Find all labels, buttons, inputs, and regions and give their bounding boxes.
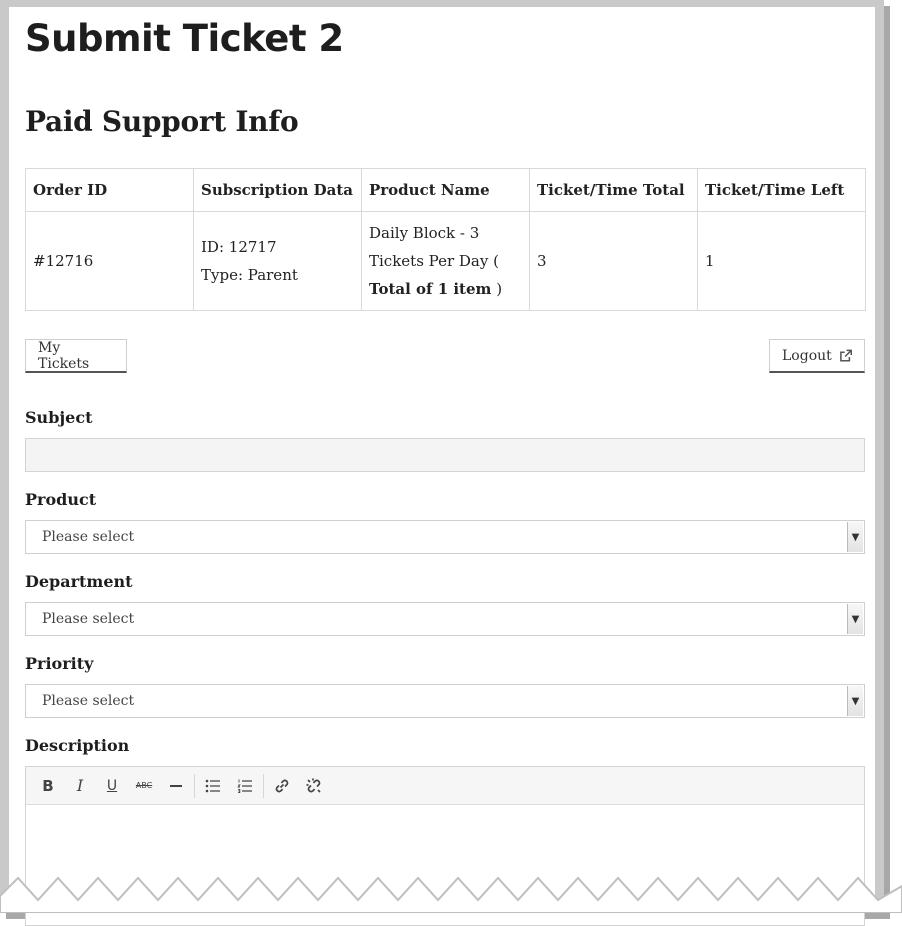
product-select[interactable]: Please select ▼ <box>25 520 865 554</box>
underline-icon[interactable]: U <box>96 771 128 801</box>
product-select-value: Please select <box>42 529 135 545</box>
col-order-id: Order ID <box>25 168 194 212</box>
chevron-down-icon[interactable]: ▼ <box>847 686 863 716</box>
horizontal-rule-icon[interactable] <box>160 771 192 801</box>
cell-ticket-total: 3 <box>529 211 698 311</box>
col-subscription-data: Subscription Data <box>193 168 362 212</box>
my-tickets-button[interactable]: My Tickets <box>25 339 127 373</box>
subject-label: Subject <box>25 408 93 427</box>
description-label: Description <box>25 736 130 755</box>
department-label: Department <box>25 572 133 591</box>
page-title: Submit Ticket 2 <box>25 17 344 60</box>
section-title: Paid Support Info <box>25 105 299 138</box>
col-ticket-left: Ticket/Time Left <box>697 168 866 212</box>
priority-select[interactable]: Please select ▼ <box>25 684 865 718</box>
product-item-count: Total of 1 item <box>369 280 492 298</box>
product-label: Product <box>25 490 97 509</box>
chevron-down-icon[interactable]: ▼ <box>847 604 863 634</box>
cell-subscription-data: ID: 12717 Type: Parent <box>193 211 362 311</box>
col-ticket-total: Ticket/Time Total <box>529 168 698 212</box>
link-icon[interactable] <box>266 771 298 801</box>
col-product-name: Product Name <box>361 168 530 212</box>
support-info-table: Order ID Subscription Data Product Name … <box>25 168 866 311</box>
bold-icon[interactable]: B <box>32 771 64 801</box>
numbered-list-icon[interactable] <box>229 771 261 801</box>
bullet-list-icon[interactable] <box>197 771 229 801</box>
priority-label: Priority <box>25 654 94 673</box>
chevron-down-icon[interactable]: ▼ <box>847 522 863 552</box>
cell-product-name: Daily Block - 3 Tickets Per Day ( Total … <box>361 211 530 311</box>
strikethrough-icon[interactable]: ABC <box>128 771 160 801</box>
logout-button[interactable]: Logout <box>769 339 865 373</box>
italic-icon[interactable]: I <box>64 771 96 801</box>
toolbar-divider <box>263 773 264 798</box>
product-name-close: ) <box>496 280 503 298</box>
table-header-row: Order ID Subscription Data Product Name … <box>25 168 866 212</box>
torn-edge <box>0 876 902 913</box>
cell-order-id: #12716 <box>25 211 194 311</box>
subject-input[interactable] <box>25 438 865 472</box>
table-row: #12716 ID: 12717 Type: Parent Daily Bloc… <box>25 211 866 311</box>
toolbar-divider <box>194 773 195 798</box>
subscription-type: Type: Parent <box>201 266 298 284</box>
unlink-icon[interactable] <box>298 771 330 801</box>
department-select[interactable]: Please select ▼ <box>25 602 865 636</box>
cell-ticket-left: 1 <box>697 211 866 311</box>
priority-select-value: Please select <box>42 693 135 709</box>
subscription-id: ID: 12717 <box>201 238 277 256</box>
external-link-icon <box>839 349 852 361</box>
editor-toolbar: B I U ABC <box>26 767 864 805</box>
logout-label: Logout <box>782 347 832 364</box>
department-select-value: Please select <box>42 611 135 627</box>
my-tickets-label: My Tickets <box>38 339 90 372</box>
product-name-text: Daily Block - 3 Tickets Per Day ( <box>369 224 499 270</box>
